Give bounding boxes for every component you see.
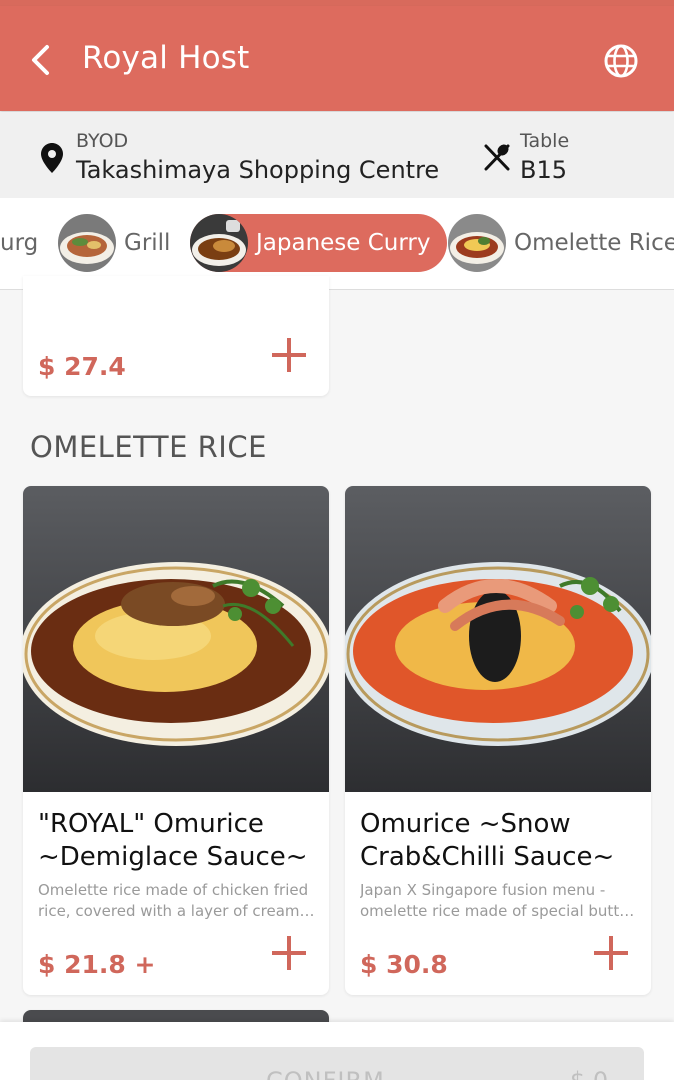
tab-label: Grill — [124, 230, 171, 256]
menu-item-card[interactable]: $ 27.4 — [23, 276, 329, 396]
confirm-label: CONFIRM — [266, 1067, 385, 1080]
add-item-button[interactable] — [594, 936, 628, 970]
item-price: $ 27.4 — [38, 352, 126, 381]
tab-hamburg[interactable]: urg — [0, 214, 38, 272]
tab-japanese-curry[interactable]: Japanese Curry — [190, 214, 447, 272]
item-name: "ROYAL" Omurice ~Demiglace Sauce~ — [38, 809, 308, 872]
omelette-rice-thumbnail — [448, 214, 506, 272]
table-number: B15 — [520, 156, 568, 184]
tab-label: urg — [0, 230, 39, 256]
tab-omelette-rice[interactable]: Omelette Rice — [448, 214, 674, 272]
cart-total: $ 0 — [570, 1067, 608, 1080]
item-name: Omurice ~Snow Crab&Chilli Sauce~ — [360, 809, 615, 872]
menu-item-card[interactable]: "ROYAL" Omurice ~Demiglace Sauce~ Omelet… — [23, 486, 329, 995]
section-title: OMELETTE RICE — [30, 430, 267, 464]
tab-label: Omelette Rice — [514, 230, 674, 256]
location-pin-icon — [41, 143, 63, 173]
cutlery-icon — [484, 144, 510, 171]
tab-grill[interactable]: Grill — [58, 214, 170, 272]
info-bar — [0, 112, 674, 198]
language-button[interactable] — [602, 42, 640, 80]
item-price: $ 30.8 — [360, 950, 448, 979]
confirm-button[interactable]: CONFIRM $ 0 — [30, 1047, 644, 1080]
item-price: $ 21.8 + — [38, 950, 156, 979]
add-item-button[interactable] — [272, 936, 306, 970]
menu-item-card[interactable]: Omurice ~Snow Crab&Chilli Sauce~ Japan X… — [345, 486, 651, 995]
location-label: BYOD — [76, 130, 129, 152]
tab-label: Japanese Curry — [256, 230, 431, 256]
back-button[interactable] — [22, 40, 58, 80]
crab-omurice-image — [345, 486, 651, 792]
grill-thumbnail — [58, 214, 116, 272]
item-description: Omelette rice made of chicken fried rice… — [38, 881, 318, 920]
japanese-curry-thumbnail — [190, 214, 248, 272]
app-bar: Royal Host — [0, 6, 674, 111]
app-title: Royal Host — [82, 40, 250, 76]
royal-omurice-image — [23, 486, 329, 792]
globe-icon — [604, 44, 638, 78]
chevron-left-icon — [32, 45, 49, 75]
add-item-button[interactable] — [272, 338, 306, 372]
table-label: Table — [520, 130, 570, 152]
item-description: Japan X Singapore fusion menu - omelette… — [360, 881, 640, 920]
location-name: Takashimaya Shopping Centre — [76, 156, 440, 184]
